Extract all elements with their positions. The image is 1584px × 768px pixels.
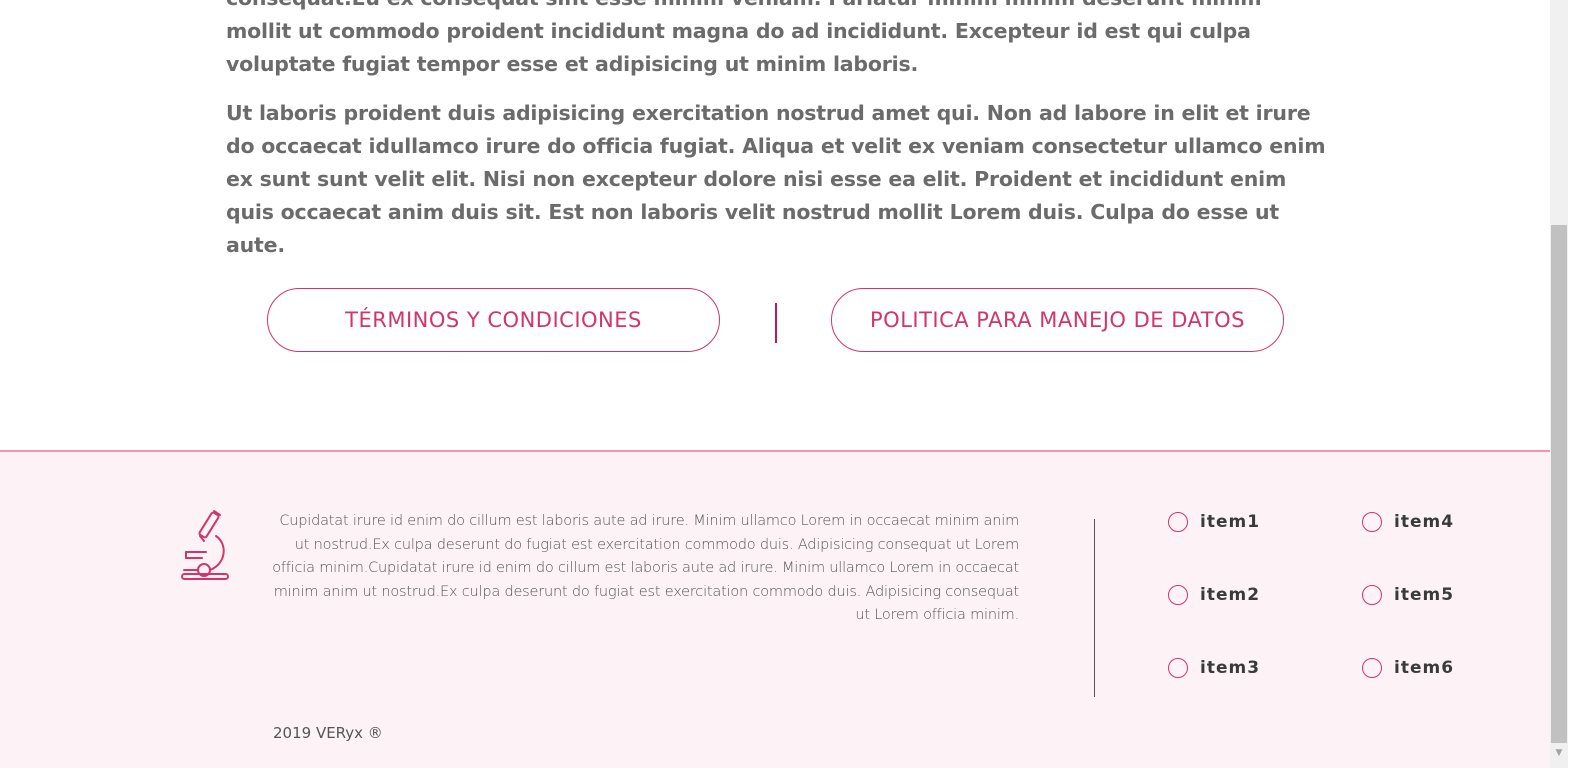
radio-circle-icon[interactable] — [1168, 658, 1188, 678]
scrollbar-thumb[interactable] — [1551, 225, 1567, 743]
footer-item-6[interactable]: item6 — [1362, 658, 1454, 678]
item-label: item4 — [1394, 512, 1455, 532]
radio-circle-icon[interactable] — [1168, 585, 1188, 605]
article-paragraph-2: Ut laboris proident duis adipisicing exe… — [226, 101, 1326, 257]
item-label: item3 — [1200, 658, 1261, 678]
footer-item-2[interactable]: item2 — [1168, 585, 1260, 605]
data-policy-button[interactable]: POLITICA PARA MANEJO DE DATOS — [831, 288, 1284, 352]
footer: Cupidatat irure id enim do cillum est la… — [0, 450, 1550, 768]
radio-circle-icon[interactable] — [1362, 585, 1382, 605]
copyright: 2019 VERyx ® — [273, 724, 383, 742]
footer-item-3[interactable]: item3 — [1168, 658, 1260, 678]
radio-circle-icon[interactable] — [1362, 512, 1382, 532]
article-body: consequat.Eu ex consequat sint esse mini… — [226, 0, 1326, 278]
microscope-icon — [181, 510, 229, 580]
footer-item-5[interactable]: item5 — [1362, 585, 1454, 605]
terms-and-conditions-button[interactable]: TÉRMINOS Y CONDICIONES — [267, 288, 720, 352]
item-label: item1 — [1200, 512, 1261, 532]
item-label: item2 — [1200, 585, 1261, 605]
footer-item-1[interactable]: item1 — [1168, 512, 1260, 532]
page: consequat.Eu ex consequat sint esse mini… — [0, 0, 1550, 768]
legal-divider — [775, 303, 777, 343]
radio-circle-icon[interactable] — [1168, 512, 1188, 532]
item-label: item6 — [1394, 658, 1455, 678]
article-paragraph-1: consequat.Eu ex consequat sint esse mini… — [226, 0, 1262, 76]
footer-item-4[interactable]: item4 — [1362, 512, 1454, 532]
footer-description: Cupidatat irure id enim do cillum est la… — [272, 513, 1019, 624]
radio-circle-icon[interactable] — [1362, 658, 1382, 678]
item-label: item5 — [1394, 585, 1455, 605]
scroll-down-icon[interactable]: ▼ — [1550, 746, 1568, 760]
footer-divider — [1094, 519, 1095, 697]
